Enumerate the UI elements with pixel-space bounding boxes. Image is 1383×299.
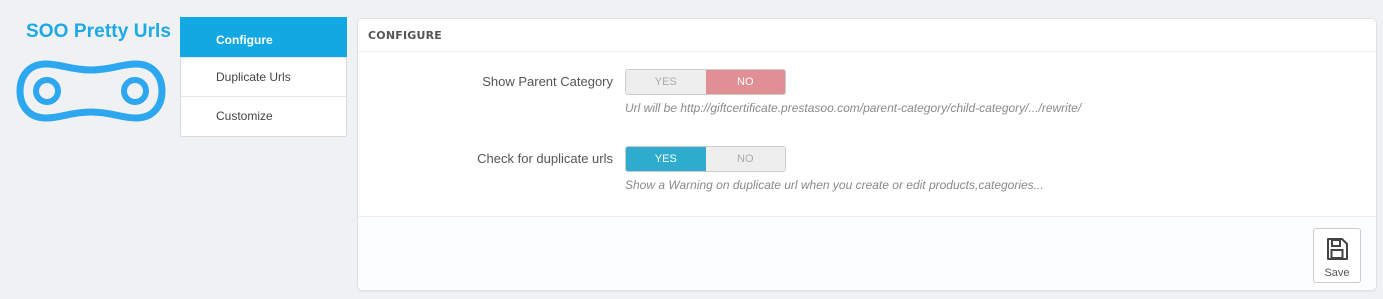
module-logo: SOO Pretty Urls <box>10 0 180 140</box>
panel-footer: Save <box>358 216 1376 290</box>
configure-panel: CONFIGURE Show Parent Category YES NO Ur… <box>357 18 1377 291</box>
tab-customize[interactable]: Customize <box>181 97 346 136</box>
show-parent-category-switch[interactable]: YES NO <box>625 69 786 95</box>
tab-configure[interactable]: Configure <box>180 17 347 58</box>
floppy-disk-icon <box>1327 238 1348 260</box>
help-text: Url will be http://giftcertificate.prest… <box>625 101 1082 115</box>
save-label: Save <box>1324 267 1350 279</box>
switch-yes-option[interactable]: YES <box>626 70 706 94</box>
switch-no-option[interactable]: NO <box>705 147 785 171</box>
switch-yes-option[interactable]: YES <box>626 147 706 171</box>
save-button[interactable]: Save <box>1313 228 1361 283</box>
chain-link-icon <box>16 60 166 122</box>
field-label: Check for duplicate urls <box>477 151 613 166</box>
module-title: SOO Pretty Urls <box>26 21 172 42</box>
help-text: Show a Warning on duplicate url when you… <box>625 178 1044 192</box>
panel-heading: CONFIGURE <box>358 19 1376 52</box>
side-tab-list: Configure Duplicate Urls Customize <box>180 17 347 137</box>
check-duplicate-urls-switch[interactable]: YES NO <box>625 146 786 172</box>
tab-duplicate-urls[interactable]: Duplicate Urls <box>181 58 346 97</box>
field-label: Show Parent Category <box>482 74 613 89</box>
switch-no-option[interactable]: NO <box>705 70 785 94</box>
